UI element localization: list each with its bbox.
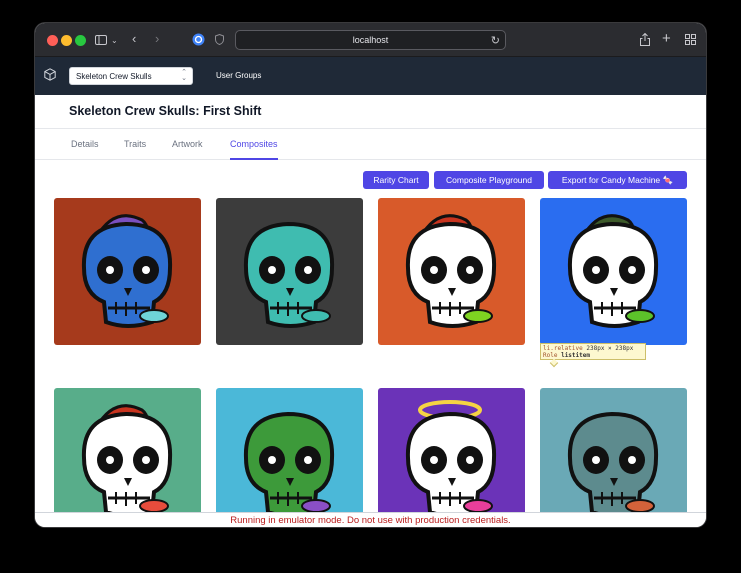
rarity-chart-button[interactable]: Rarity Chart [363, 171, 429, 189]
minimize-window-button[interactable] [61, 35, 72, 46]
tab-overview-icon[interactable] [685, 34, 696, 47]
tab-bar: Details Traits Artwork Composites [35, 129, 706, 160]
composites-panel: Rarity Chart Composite Playground Export… [35, 160, 706, 512]
tooltip-selector: li.relative [543, 345, 583, 352]
nav-user-groups[interactable]: User Groups [216, 71, 261, 80]
composite-tile[interactable] [378, 198, 525, 345]
composite-tile[interactable] [216, 388, 363, 512]
cube-logo-icon[interactable] [44, 68, 56, 86]
tooltip-role-value: listitem [561, 352, 590, 359]
composite-tile[interactable] [378, 388, 525, 512]
forward-icon[interactable]: › [155, 32, 159, 45]
skull-artwork-icon [81, 214, 173, 328]
shield-icon [215, 33, 224, 47]
skull-artwork-icon [243, 411, 335, 512]
close-window-button[interactable] [47, 35, 58, 46]
page-header: Skeleton Crew Skulls: First Shift [35, 95, 706, 129]
composite-tile[interactable] [216, 198, 363, 345]
export-candy-machine-button[interactable]: Export for Candy Machine 🍬 [548, 171, 687, 189]
devtools-inspector-tooltip: li.relative 238px × 238px Role listitem [540, 343, 646, 368]
reload-icon[interactable]: ↻ [491, 34, 500, 47]
skull-artwork-icon [243, 221, 335, 328]
emulator-warning-banner: Running in emulator mode. Do not use wit… [35, 512, 706, 527]
composite-tile[interactable] [540, 198, 687, 345]
password-manager-icon[interactable] [192, 33, 205, 48]
zoom-window-button[interactable] [75, 35, 86, 46]
skull-artwork-icon [567, 214, 659, 328]
share-icon[interactable] [640, 32, 650, 48]
composite-tile[interactable] [540, 388, 687, 512]
skull-artwork-icon [81, 404, 173, 512]
tab-details[interactable]: Details [71, 139, 99, 160]
project-select[interactable]: Skeleton Crew Skulls ⌃ ⌄ [69, 67, 193, 85]
browser-toolbar: ⌄ ‹ › localhost ↻ + [35, 23, 706, 57]
tab-traits[interactable]: Traits [124, 139, 146, 160]
tab-artwork[interactable]: Artwork [172, 139, 203, 160]
skull-artwork-icon [405, 214, 497, 328]
page-title: Skeleton Crew Skulls: First Shift [69, 104, 262, 118]
sidebar-icon[interactable] [95, 34, 107, 47]
project-select-value: Skeleton Crew Skulls [76, 72, 152, 81]
address-bar[interactable]: localhost ↻ [235, 30, 506, 50]
new-tab-icon[interactable]: + [662, 31, 671, 46]
composite-playground-button[interactable]: Composite Playground [434, 171, 544, 189]
skull-artwork-icon [405, 400, 497, 512]
tooltip-role-label: Role [543, 352, 558, 359]
back-icon[interactable]: ‹ [132, 32, 136, 45]
tab-composites[interactable]: Composites [230, 139, 278, 160]
browser-window: ⌄ ‹ › localhost ↻ + Skeleton Crew Skulls… [35, 23, 706, 527]
skull-artwork-icon [567, 411, 659, 512]
tooltip-size: 238px × 238px [586, 345, 634, 352]
composite-tile[interactable] [54, 388, 201, 512]
app-navbar: Skeleton Crew Skulls ⌃ ⌄ User Groups [35, 57, 706, 95]
chevron-down-icon[interactable]: ⌄ [111, 34, 118, 47]
select-chevron-icon: ⌃ ⌄ [181, 69, 187, 82]
composite-tile[interactable] [54, 198, 201, 345]
address-url: localhost [352, 35, 389, 45]
